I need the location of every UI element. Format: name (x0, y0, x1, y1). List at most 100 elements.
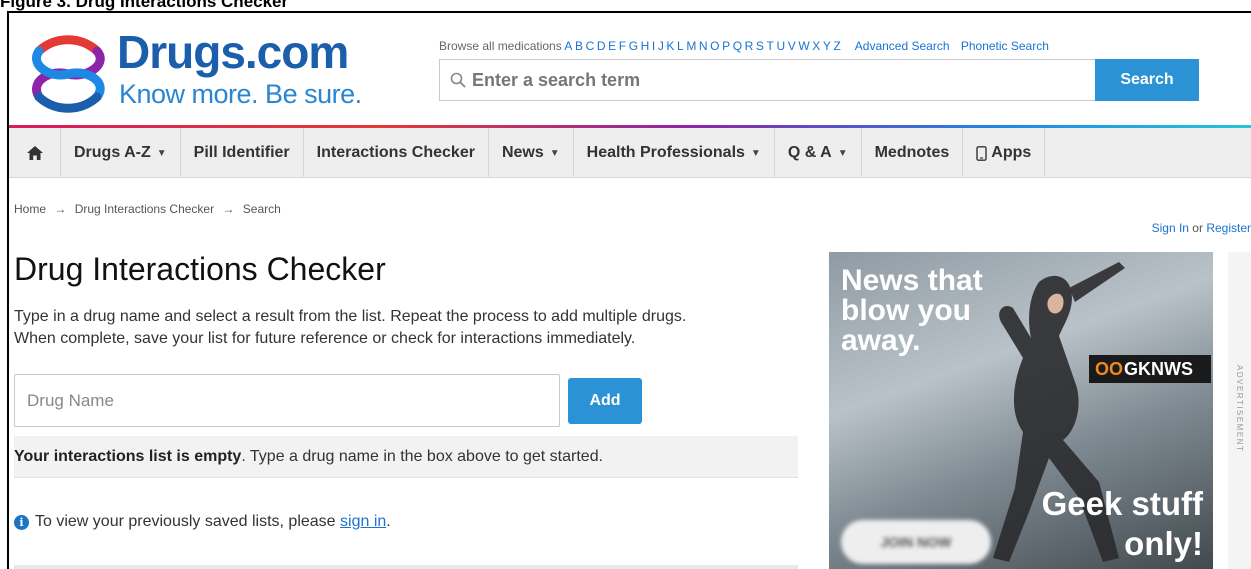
alphabet-letter-z[interactable]: Z (833, 39, 840, 53)
ad-headline-line: blow you (841, 294, 971, 327)
intro-line-1: Type in a drug name and select a result … (14, 308, 687, 325)
alphabet-letter-d[interactable]: D (597, 39, 606, 53)
breadcrumb-current: Search (242, 202, 281, 216)
chevron-down-icon: ▼ (549, 147, 560, 159)
browse-medications-row: Browse all medications ABCDEFGHIJKLMNOPQ… (439, 39, 1049, 53)
empty-list-rest: . Type a drug name in the box above to g… (241, 447, 604, 465)
alphabet-letter-k[interactable]: K (666, 39, 674, 53)
logo-name: Drugs.com (117, 26, 349, 78)
alphabet-letter-s[interactable]: S (756, 39, 764, 53)
ad-tagline-line: Geek stuff (1041, 485, 1203, 522)
alphabet-letter-l[interactable]: L (677, 39, 684, 53)
alphabet-letter-f[interactable]: F (619, 39, 626, 53)
alphabet-letter-y[interactable]: Y (823, 39, 831, 53)
advanced-search-link[interactable]: Advanced Search (855, 39, 950, 53)
alphabet-letter-w[interactable]: W (798, 39, 809, 53)
nav-news[interactable]: News ▼ (489, 128, 574, 178)
breadcrumb-interactions-checker[interactable]: Drug Interactions Checker (75, 202, 214, 216)
drug-name-placeholder: Drug Name (27, 390, 114, 410)
chevron-down-icon: ▼ (750, 147, 761, 159)
alphabet-letter-r[interactable]: R (745, 39, 754, 53)
phonetic-search-link[interactable]: Phonetic Search (961, 39, 1049, 53)
nav-label: Interactions Checker (316, 144, 475, 161)
ad-headline: News that blow you away. (841, 266, 983, 356)
sign-in-link[interactable]: Sign In (1152, 221, 1189, 235)
alphabet-links: ABCDEFGHIJKLMNOPQRSTUVWXYZ (564, 39, 843, 53)
alphabet-letter-c[interactable]: C (586, 39, 595, 53)
ad-headline-line: away. (841, 324, 921, 357)
alphabet-letter-j[interactable]: J (658, 39, 664, 53)
empty-list-bold: Your interactions list is empty (14, 447, 242, 465)
alphabet-letter-g[interactable]: G (629, 39, 638, 53)
nav-interactions-checker[interactable]: Interactions Checker (304, 128, 489, 178)
nav-health-professionals[interactable]: Health Professionals ▼ (574, 128, 775, 178)
alphabet-letter-v[interactable]: V (788, 39, 796, 53)
search-icon (450, 72, 466, 88)
breadcrumb-arrow: → (222, 202, 235, 216)
saved-lists-prefix: To view your previously saved lists, ple… (35, 513, 336, 530)
alphabet-letter-u[interactable]: U (776, 39, 785, 53)
chevron-down-icon: ▼ (156, 147, 167, 159)
browser-frame: Drugs.com Know more. Be sure. Browse all… (7, 11, 1251, 569)
site-search-input[interactable]: Enter a search term (439, 59, 1095, 101)
ad-tagline: Geek stuff only! (1042, 484, 1203, 564)
breadcrumb-arrow: → (54, 202, 67, 216)
nav-pill-identifier[interactable]: Pill Identifier (181, 128, 304, 178)
main-nav: Drugs A-Z ▼ Pill Identifier Interactions… (9, 128, 1251, 178)
auth-or: or (1192, 221, 1203, 235)
alphabet-letter-t[interactable]: T (767, 39, 774, 53)
nav-home[interactable] (9, 128, 61, 178)
alphabet-letter-a[interactable]: A (564, 39, 572, 53)
nav-apps[interactable]: Apps (963, 128, 1046, 178)
nav-drugs-a-z[interactable]: Drugs A-Z ▼ (61, 128, 181, 178)
auth-links: Sign In or Register (1152, 221, 1251, 235)
saved-lists-notice: i To view your previously saved lists, p… (14, 513, 391, 531)
nav-label: News (501, 144, 544, 161)
ad-tagline-line: only! (1124, 525, 1203, 562)
ad-brand-text: GKNWS (1124, 358, 1194, 379)
nav-label: Q & A (787, 144, 832, 161)
intro-line-2: When complete, save your list for future… (14, 330, 636, 347)
add-drug-button[interactable]: Add (568, 378, 642, 424)
nav-label: Mednotes (874, 144, 950, 161)
search-placeholder: Enter a search term (472, 69, 641, 90)
alphabet-letter-i[interactable]: I (652, 39, 655, 53)
alphabet-letter-b[interactable]: B (575, 39, 583, 53)
page-title: Drug Interactions Checker (14, 251, 386, 287)
nav-label: Health Professionals (586, 144, 745, 161)
advertisement-banner[interactable]: News that blow you away. OO GKNWS Geek st… (829, 252, 1213, 569)
breadcrumb: Home → Drug Interactions Checker → Searc… (14, 202, 281, 216)
nav-label: Apps (991, 144, 1032, 161)
chevron-down-icon: ▼ (837, 147, 848, 159)
nav-label: Pill Identifier (193, 144, 290, 161)
alphabet-letter-e[interactable]: E (608, 39, 616, 53)
ad-join-button[interactable]: JOIN NOW (841, 520, 991, 564)
saved-lists-suffix: . (386, 513, 391, 530)
empty-list-notice: Your interactions list is empty. Type a … (14, 436, 798, 478)
search-button[interactable]: Search (1095, 59, 1199, 101)
nav-mednotes[interactable]: Mednotes (862, 128, 964, 178)
home-icon (26, 146, 43, 160)
alphabet-letter-n[interactable]: N (699, 39, 708, 53)
browse-label: Browse all medications (439, 39, 562, 53)
sign-in-inline-link[interactable]: sign in (340, 513, 386, 531)
ad-brand-oo: OO (1095, 358, 1124, 379)
site-logo[interactable]: Drugs.com Know more. Be sure. (25, 26, 385, 125)
ad-brand-badge: OO GKNWS (1089, 355, 1211, 383)
nav-label: Drugs A-Z (74, 144, 151, 161)
alphabet-letter-x[interactable]: X (812, 39, 820, 53)
alphabet-letter-p[interactable]: P (722, 39, 730, 53)
alphabet-letter-q[interactable]: Q (733, 39, 742, 53)
ad-label: ADVERTISEMENT (1235, 365, 1244, 453)
alphabet-letter-h[interactable]: H (641, 39, 650, 53)
intro-text: Type in a drug name and select a result … (14, 306, 804, 350)
drug-name-input[interactable]: Drug Name (14, 374, 560, 427)
ad-headline-line: News that (841, 264, 983, 297)
list-footer-strip (14, 565, 798, 569)
nav-q-and-a[interactable]: Q & A ▼ (775, 128, 862, 178)
breadcrumb-home[interactable]: Home (14, 202, 46, 216)
info-icon: i (14, 514, 29, 530)
alphabet-letter-m[interactable]: M (686, 39, 696, 53)
alphabet-letter-o[interactable]: O (710, 39, 719, 53)
register-link[interactable]: Register (1206, 221, 1251, 235)
